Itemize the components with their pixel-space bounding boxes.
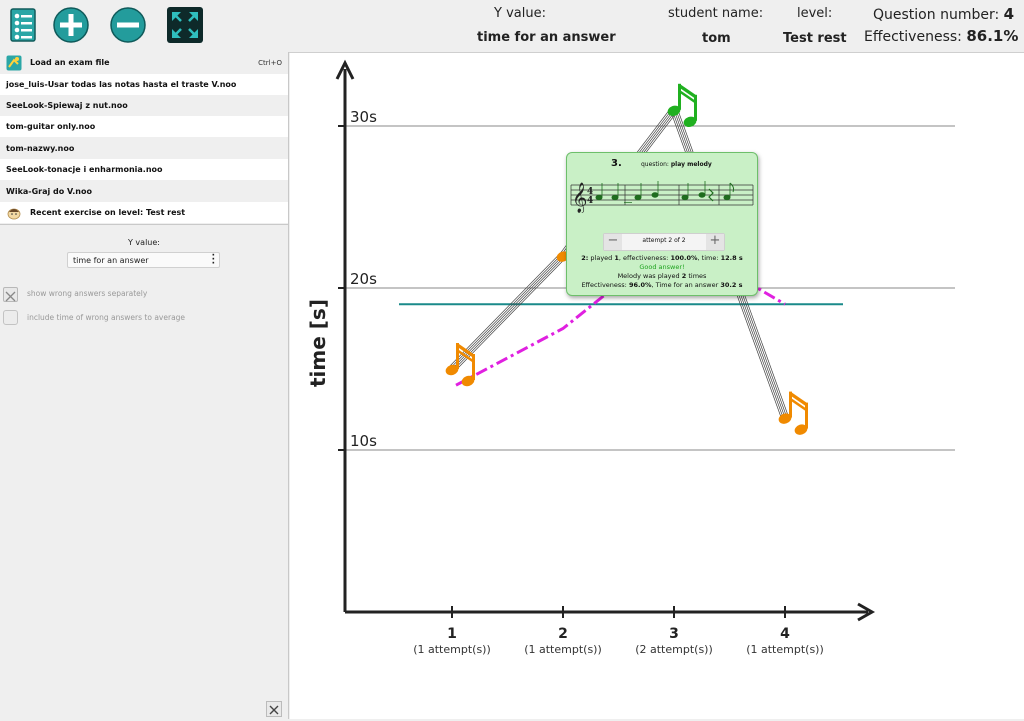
zoom-out-icon[interactable] xyxy=(109,6,147,44)
toolbar: Y value: time for an answer student name… xyxy=(0,0,1024,53)
y-value-select-text: time for an answer xyxy=(73,256,149,265)
question-number-label: Question number: 4 xyxy=(873,5,1014,23)
played-label: played xyxy=(590,254,613,262)
zoom-in-icon[interactable] xyxy=(52,6,90,44)
melody-suffix: times xyxy=(688,272,707,280)
attempt-stepper[interactable]: − attempt 2 of 2 + xyxy=(603,233,725,251)
student-icon xyxy=(6,205,22,221)
time-label: , time: xyxy=(697,254,719,262)
effectiveness-text: Effectiveness: xyxy=(864,29,962,45)
wrong-to-average-checkbox[interactable] xyxy=(3,310,18,325)
summary-time-value: 30.2 s xyxy=(720,281,743,289)
effectiveness-value: 86.1% xyxy=(966,27,1019,45)
tooltip-question-prefix: question: xyxy=(641,161,669,168)
effectiveness-label: Effectiveness: 86.1% xyxy=(864,27,1018,45)
wrong-separately-label: show wrong answers separately xyxy=(27,289,148,298)
settings-y-value-label: Y value: xyxy=(128,238,160,247)
y-value-label: Y value: xyxy=(494,6,546,21)
attempt-number: 2: xyxy=(581,254,589,262)
svg-text:4: 4 xyxy=(587,196,593,206)
student-name: tom xyxy=(702,31,731,46)
level-label: level: xyxy=(797,6,833,21)
recent-file-item[interactable]: tom-nazwy.noo xyxy=(0,138,288,159)
wrong-separately-checkbox[interactable] xyxy=(3,287,18,302)
summary-time-label: , Time for an answer xyxy=(651,281,719,289)
level-value: Test rest xyxy=(783,31,847,46)
y-tick-label: 20s xyxy=(350,270,377,288)
summary-eff-value: 96.0% xyxy=(628,281,652,289)
tooltip-question-text: play melody xyxy=(670,161,712,168)
attempt-next-button[interactable]: + xyxy=(706,234,724,250)
question-number-text: Question number: xyxy=(873,7,1000,23)
close-panel-button[interactable] xyxy=(266,701,282,717)
recent-file-item[interactable]: Wika-Graj do V.noo xyxy=(0,181,288,202)
open-file-icon xyxy=(6,55,22,71)
effectiveness-label: , effectiveness: xyxy=(618,254,669,262)
recent-exercise-label: Recent exercise on level: Test rest xyxy=(30,208,186,217)
fullscreen-icon[interactable] xyxy=(166,6,204,44)
x-tick-label: 1 xyxy=(447,626,457,642)
y-value: time for an answer xyxy=(477,30,616,45)
recent-file-item[interactable]: jose_luis-Usar todas las notas hasta el … xyxy=(0,74,288,95)
y-tick-label: 10s xyxy=(350,432,377,450)
load-exam-label: Load an exam file xyxy=(30,58,110,67)
y-tick-label: 30s xyxy=(350,108,377,126)
recent-file-item[interactable]: SeeLook-tonacje i enharmonia.noo xyxy=(0,159,288,180)
melody-played-text: Melody was played 2 times xyxy=(567,272,757,280)
recent-file-item[interactable]: SeeLook-Spiewaj z nut.noo xyxy=(0,95,288,116)
x-tick-label: 3 xyxy=(669,626,679,642)
melody-prefix: Melody was played xyxy=(617,272,680,280)
x-tick-label: 4 xyxy=(780,626,790,642)
question-number: 4 xyxy=(1003,5,1015,23)
exam-list-icon[interactable] xyxy=(4,6,42,44)
good-answer-text: Good answer! xyxy=(639,263,685,271)
y-axis-label: time [s] xyxy=(306,299,330,387)
x-tick-label: 2 xyxy=(558,626,568,642)
question-tooltip: 3. question: play melody 𝄞 4 4 − attempt… xyxy=(566,152,758,296)
divider xyxy=(0,224,288,225)
close-icon xyxy=(269,705,279,715)
cross-icon xyxy=(5,291,16,302)
time-value: 12.8 s xyxy=(720,254,743,262)
x-tick-sublabel: (1 attempt(s)) xyxy=(524,643,602,656)
load-shortcut: Ctrl+O xyxy=(258,58,282,67)
question-summary: Effectiveness: 96.0%, Time for an answer… xyxy=(567,281,757,289)
recent-file-item[interactable]: tom-guitar only.noo xyxy=(0,116,288,137)
y-value-select[interactable]: time for an answer · · · xyxy=(67,251,220,269)
melody-times: 2 xyxy=(681,272,687,280)
tooltip-question-label: question: play melody xyxy=(641,161,712,168)
student-name-label: student name: xyxy=(668,6,764,21)
attempt-text: attempt 2 of 2 xyxy=(642,237,686,244)
attempt-prev-button[interactable]: − xyxy=(604,234,622,250)
melody-staff: 𝄞 4 4 xyxy=(570,181,754,213)
effectiveness-value: 100.0% xyxy=(670,254,698,262)
x-tick-sublabel: (1 attempt(s)) xyxy=(746,643,824,656)
summary-eff-label: Effectiveness: xyxy=(581,281,627,289)
wrong-to-average-label: include time of wrong answers to average xyxy=(27,313,186,322)
select-menu-icon: · · · xyxy=(211,251,215,269)
tooltip-question-number: 3. xyxy=(611,158,622,169)
x-tick-sublabel: (2 attempt(s)) xyxy=(635,643,713,656)
left-panel: Load an exam file Ctrl+O jose_luis-Usar … xyxy=(0,52,289,719)
load-exam-file[interactable]: Load an exam file Ctrl+O xyxy=(0,52,288,73)
attempt-details: 2: played 1, effectiveness: 100.0%, time… xyxy=(567,254,757,262)
treble-clef-icon: 𝄞 xyxy=(572,182,587,213)
recent-exercise-item[interactable]: Recent exercise on level: Test rest xyxy=(0,202,288,223)
x-tick-sublabel: (1 attempt(s)) xyxy=(413,643,491,656)
